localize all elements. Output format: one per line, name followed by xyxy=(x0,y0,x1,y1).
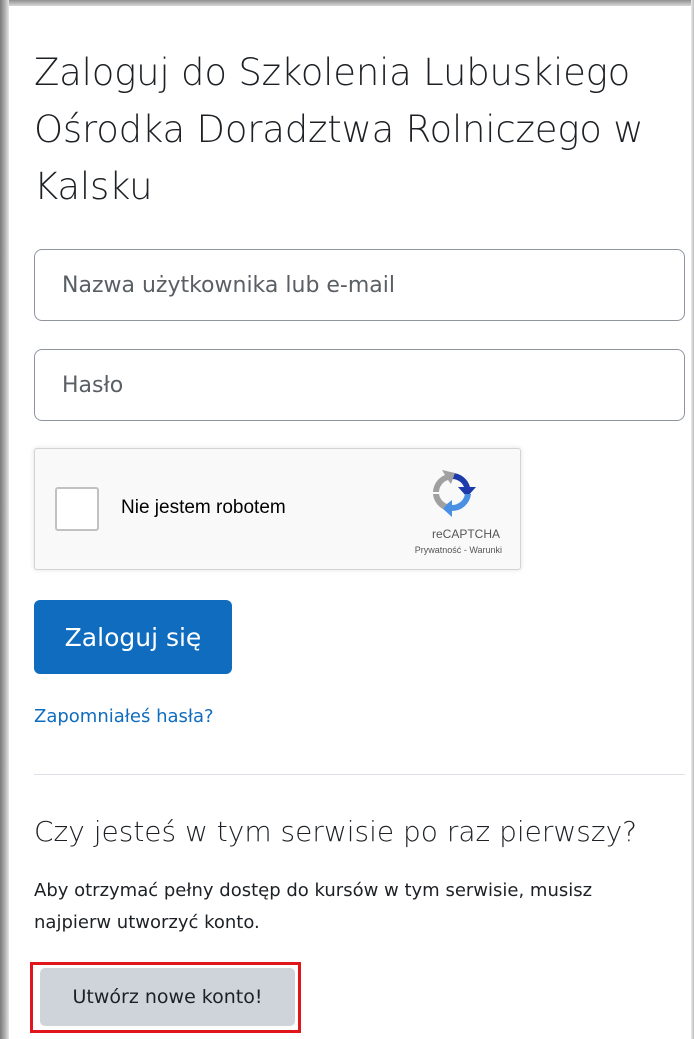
login-button[interactable]: Zaloguj się xyxy=(34,600,232,674)
username-input[interactable] xyxy=(34,249,685,321)
recaptcha-widget: Nie jestem robotem reCAPTCHA Prywatność … xyxy=(34,448,521,570)
recaptcha-terms-link[interactable]: Warunki xyxy=(469,545,502,555)
recaptcha-checkbox[interactable] xyxy=(55,487,99,531)
password-input[interactable] xyxy=(34,349,685,421)
forgot-password-link[interactable]: Zapomniałeś hasła? xyxy=(34,706,214,727)
signup-title: Czy jesteś w tym serwisie po raz pierwsz… xyxy=(34,815,638,848)
recaptcha-links: Prywatność - Warunki xyxy=(415,545,502,555)
recaptcha-privacy-link[interactable]: Prywatność xyxy=(415,545,462,555)
login-panel: Zaloguj do Szkolenia Lubuskiego Ośrodka … xyxy=(30,0,685,1039)
recaptcha-brand: reCAPTCHA xyxy=(431,527,500,541)
recaptcha-logo-icon xyxy=(433,470,476,517)
divider xyxy=(34,774,685,775)
create-account-button[interactable]: Utwórz nowe konto! xyxy=(40,968,295,1026)
page-title: Zaloguj do Szkolenia Lubuskiego Ośrodka … xyxy=(34,51,644,208)
signup-description: Aby otrzymać pełny dostęp do kursów w ty… xyxy=(34,880,593,933)
window-frame-left xyxy=(0,0,9,1039)
recaptcha-label: Nie jestem robotem xyxy=(121,497,286,518)
